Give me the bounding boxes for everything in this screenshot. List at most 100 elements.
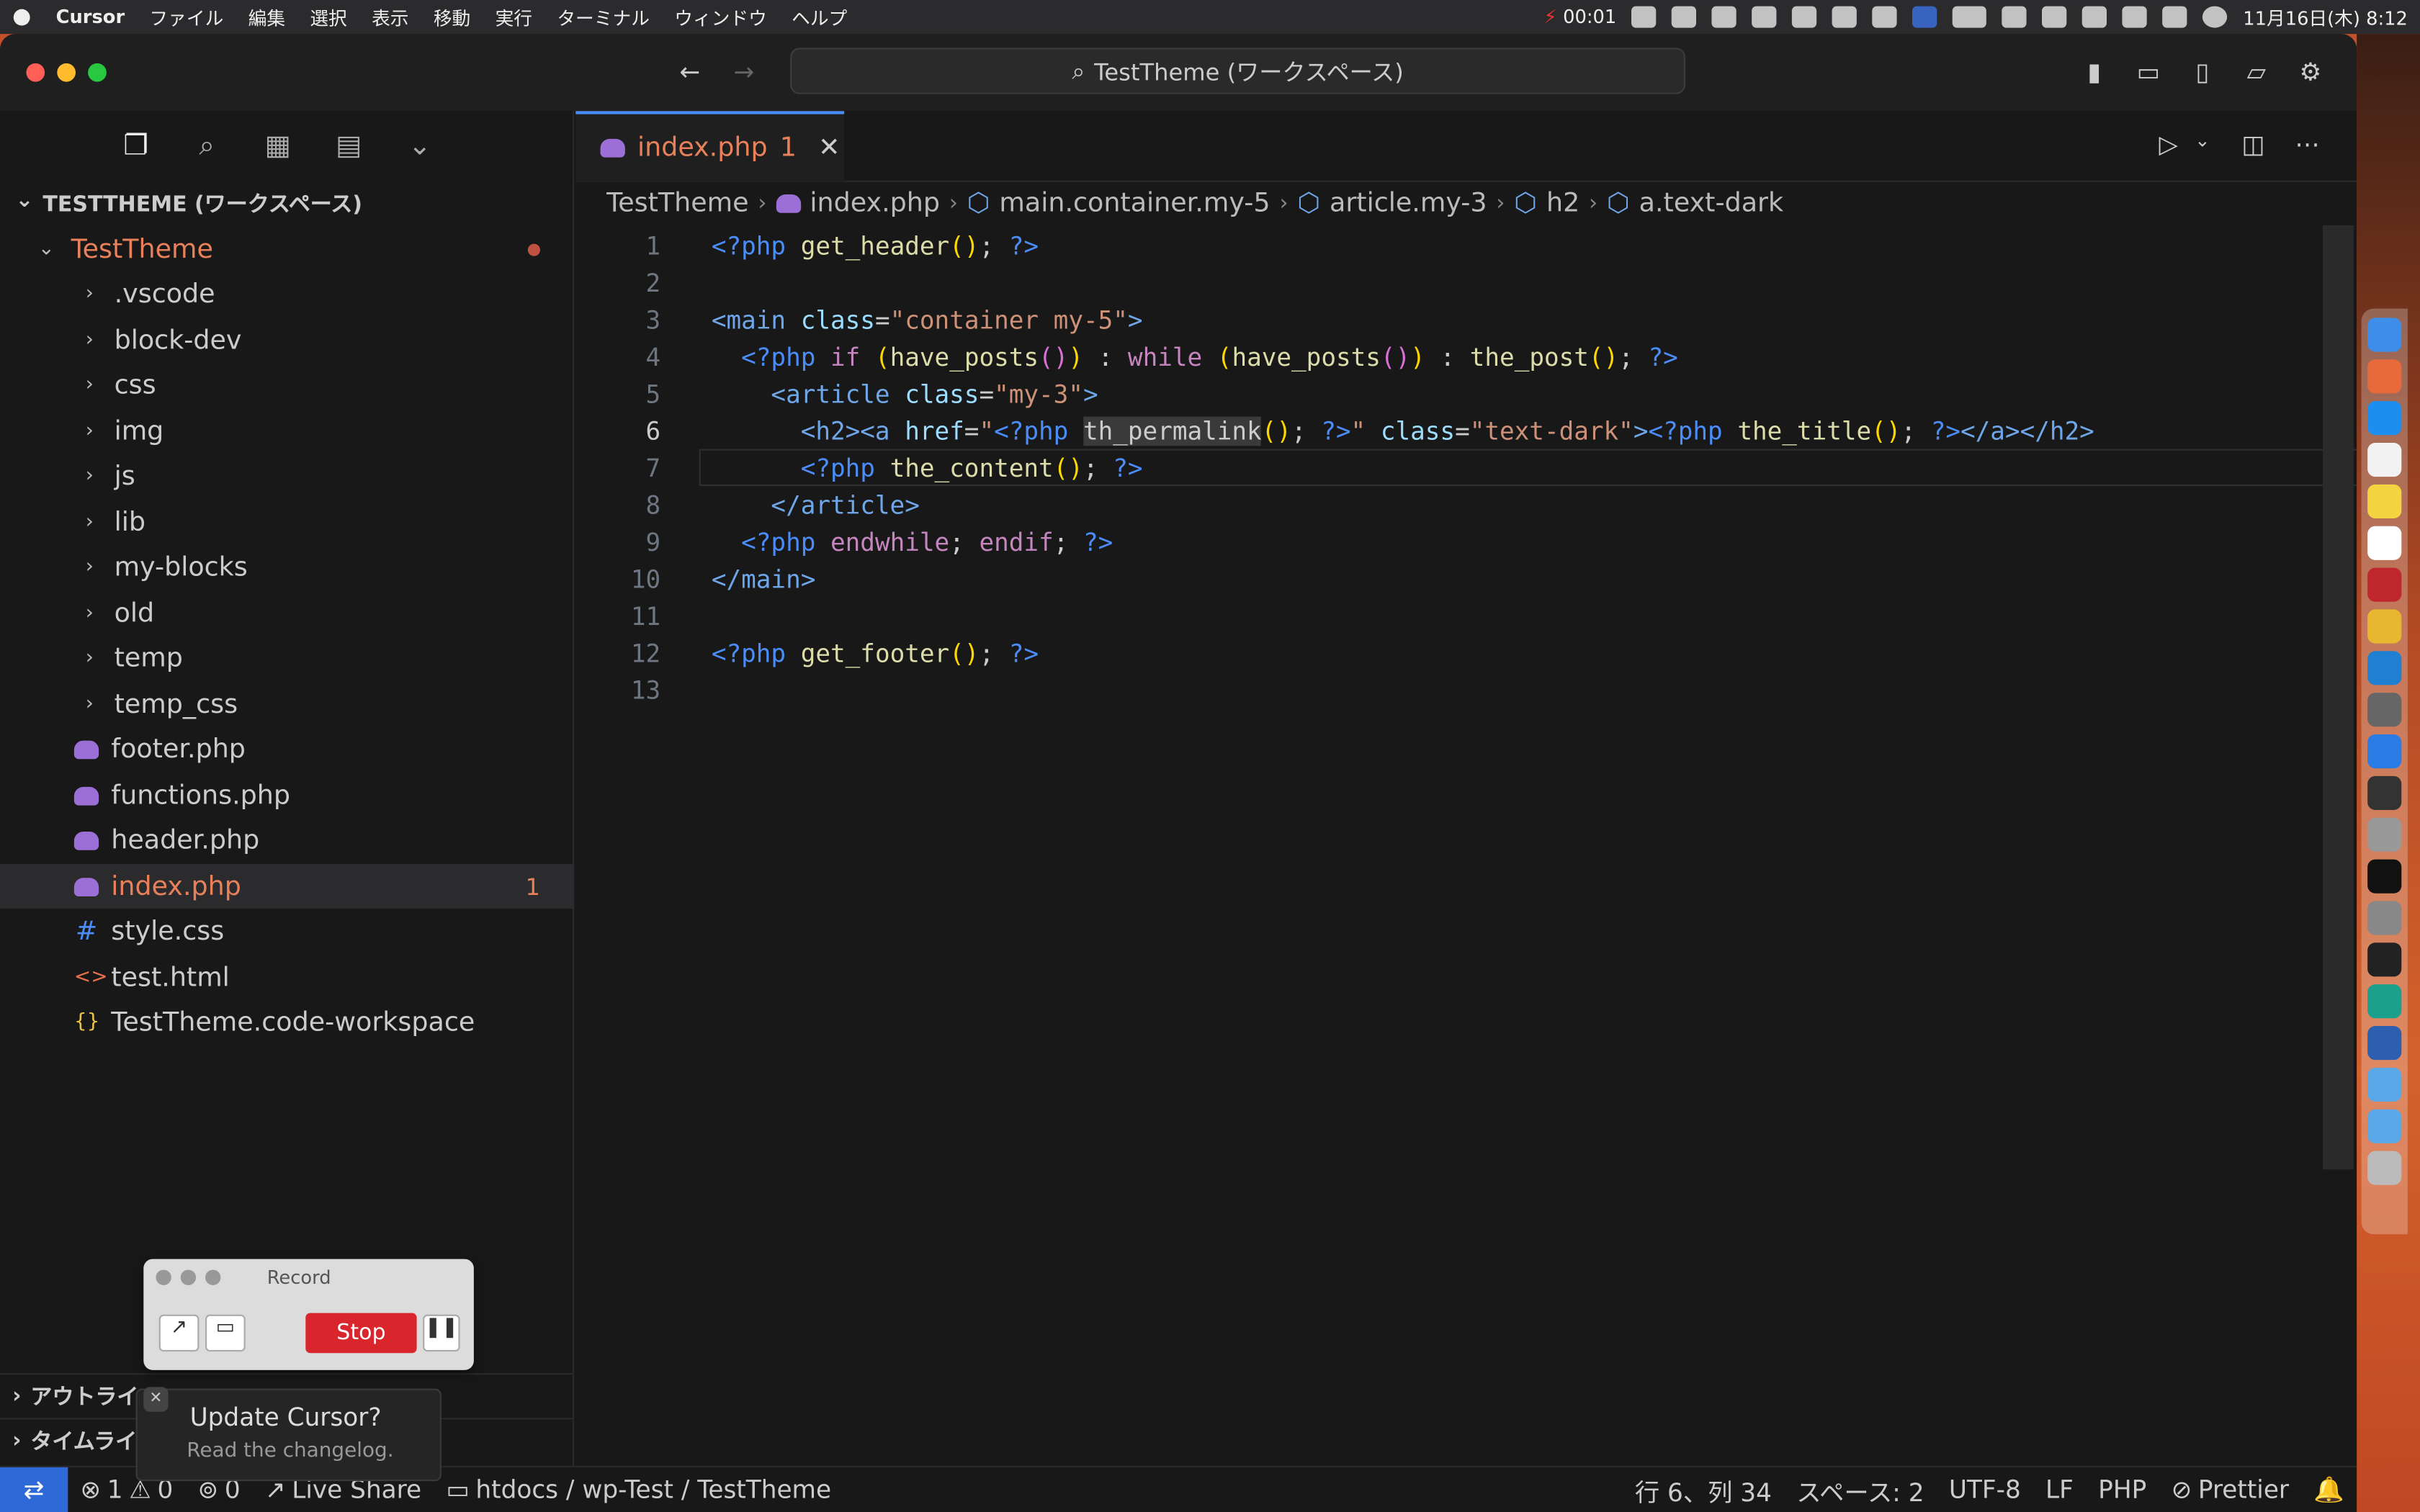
close-icon[interactable]: ✕ bbox=[143, 1387, 169, 1412]
tree-file[interactable]: # style.css bbox=[0, 909, 574, 953]
explorer-icon[interactable]: ❐ bbox=[117, 128, 154, 165]
tree-file[interactable]: <> test.html bbox=[0, 955, 574, 999]
search-icon[interactable] bbox=[2123, 6, 2148, 28]
indentation[interactable]: スペース: 2 bbox=[1784, 1471, 1937, 1508]
forward-arrow-icon[interactable]: → bbox=[728, 57, 759, 86]
breadcrumb-item[interactable]: TestTheme bbox=[606, 188, 748, 219]
toggle-primary-sidebar-icon[interactable]: ▮ bbox=[2079, 57, 2110, 86]
close-window-button[interactable] bbox=[156, 1269, 171, 1285]
line-ending[interactable]: LF bbox=[2033, 1475, 2086, 1505]
close-icon[interactable]: ✕ bbox=[818, 132, 841, 163]
command-center[interactable]: ⌕ TestTheme (ワークスペース) bbox=[790, 48, 1685, 94]
clipboard-icon[interactable] bbox=[1752, 6, 1778, 28]
network-icon[interactable] bbox=[2002, 6, 2027, 28]
siri-icon[interactable] bbox=[2202, 6, 2228, 28]
notification-title[interactable]: Update Cursor? bbox=[190, 1403, 382, 1432]
breadcrumb-item[interactable]: a.text-dark bbox=[1639, 188, 1783, 219]
breadcrumb-item[interactable]: article.my-3 bbox=[1330, 188, 1487, 219]
reminders-icon[interactable] bbox=[2367, 443, 2402, 477]
back-arrow-icon[interactable]: ← bbox=[674, 57, 705, 86]
more-actions-icon[interactable]: ⋯ bbox=[2292, 130, 2323, 159]
minimize-window-button[interactable] bbox=[180, 1269, 197, 1285]
arrow-tool-icon[interactable]: ↗ bbox=[158, 1314, 200, 1352]
folder-icon[interactable] bbox=[2367, 1109, 2402, 1143]
language-mode[interactable]: PHP bbox=[2086, 1475, 2159, 1505]
workspace-header[interactable]: ⌄ TESTTHEME (ワークスペース) bbox=[15, 188, 362, 219]
editor-scrollbar[interactable] bbox=[2323, 225, 2354, 1170]
notion-icon[interactable] bbox=[2367, 526, 2402, 560]
notes-icon[interactable] bbox=[2367, 484, 2402, 518]
trash-icon[interactable] bbox=[2367, 1151, 2402, 1185]
notification-subtitle[interactable]: Read the changelog. bbox=[187, 1439, 393, 1462]
tree-folder-root[interactable]: ⌄ TestTheme bbox=[0, 227, 574, 271]
database-icon[interactable] bbox=[2367, 817, 2402, 852]
tree-file[interactable]: header.php bbox=[0, 818, 574, 863]
finder-icon[interactable] bbox=[2367, 318, 2402, 352]
tab-index-php[interactable]: index.php 1 ✕ bbox=[575, 111, 845, 182]
tree-file[interactable]: {} TestTheme.code-workspace bbox=[0, 1000, 574, 1045]
tree-folder[interactable]: › js bbox=[0, 454, 574, 498]
tree-folder[interactable]: › old bbox=[0, 591, 574, 636]
menubar-status-icon[interactable] bbox=[1712, 6, 1737, 28]
close-window-button[interactable] bbox=[26, 63, 45, 82]
play-icon[interactable] bbox=[1872, 6, 1898, 28]
app-store-icon[interactable] bbox=[2367, 401, 2402, 436]
prettier-status[interactable]: ⊘ Prettier bbox=[2159, 1475, 2301, 1505]
menu-run[interactable]: 実行 bbox=[483, 4, 544, 30]
tree-folder[interactable]: › my-blocks bbox=[0, 544, 574, 589]
menu-app-name[interactable]: Cursor bbox=[43, 6, 137, 28]
minimize-window-button[interactable] bbox=[57, 63, 76, 82]
menubar-status-icon[interactable] bbox=[1631, 6, 1657, 28]
breadcrumb-item[interactable]: index.php bbox=[810, 188, 940, 219]
app-icon[interactable] bbox=[2367, 775, 2402, 810]
split-editor-icon[interactable]: ◫ bbox=[2238, 130, 2269, 159]
menubar-clock[interactable]: 11月16日(木) 8:12 bbox=[2243, 4, 2408, 30]
folder-icon[interactable] bbox=[2367, 1067, 2402, 1102]
chat-icon[interactable]: ▱ bbox=[2241, 57, 2272, 86]
menu-window[interactable]: ウィンドウ bbox=[662, 4, 779, 30]
filezilla-icon[interactable] bbox=[2367, 567, 2402, 602]
tree-folder[interactable]: › temp_css bbox=[0, 682, 574, 726]
menu-file[interactable]: ファイル bbox=[137, 4, 236, 30]
launchpad-icon[interactable] bbox=[2367, 359, 2402, 394]
menu-go[interactable]: 移動 bbox=[421, 4, 483, 30]
menu-view[interactable]: 表示 bbox=[359, 4, 421, 30]
run-icon[interactable]: ▷ bbox=[2153, 130, 2184, 159]
tree-folder[interactable]: › css bbox=[0, 363, 574, 408]
settings-icon[interactable] bbox=[2367, 901, 2402, 935]
code-editor[interactable]: 1 2 3 4 5 6 7 8 9 10 11 12 13 <?php get_… bbox=[575, 225, 2357, 1466]
tree-file[interactable]: functions.php bbox=[0, 773, 574, 818]
battery-icon[interactable] bbox=[1953, 6, 1987, 28]
toggle-secondary-sidebar-icon[interactable]: ▯ bbox=[2187, 57, 2218, 86]
workspace-path[interactable]: ▭ htdocs / wp-Test / TestTheme bbox=[434, 1475, 843, 1505]
tree-folder[interactable]: › .vscode bbox=[0, 271, 574, 316]
menubar-status-icon[interactable] bbox=[1672, 6, 1697, 28]
cursor-position[interactable]: 行 6、列 34 bbox=[1623, 1471, 1784, 1508]
chrome-icon[interactable] bbox=[2367, 609, 2402, 644]
stop-recording-button[interactable]: Stop bbox=[305, 1313, 417, 1354]
folder-icon[interactable]: ▤ bbox=[331, 128, 367, 165]
pause-icon[interactable]: ❚❚ bbox=[423, 1314, 460, 1352]
menu-edit[interactable]: 編集 bbox=[236, 4, 297, 30]
terminal-icon[interactable] bbox=[2367, 859, 2402, 894]
zoom-window-button[interactable] bbox=[88, 63, 107, 82]
edge-icon[interactable] bbox=[2367, 984, 2402, 1019]
maps-icon[interactable] bbox=[2367, 734, 2402, 769]
menu-help[interactable]: ヘルプ bbox=[779, 4, 859, 30]
activity-monitor-icon[interactable] bbox=[2367, 942, 2402, 977]
chevron-down-icon[interactable]: ⌄ bbox=[401, 128, 438, 165]
app-icon[interactable] bbox=[2367, 1026, 2402, 1061]
tree-folder[interactable]: › temp bbox=[0, 636, 574, 680]
chevron-down-icon[interactable]: ⌄ bbox=[2187, 130, 2218, 158]
extensions-icon[interactable]: ▦ bbox=[259, 128, 296, 165]
vscode-icon[interactable] bbox=[2367, 651, 2402, 685]
tree-file[interactable]: footer.php bbox=[0, 726, 574, 771]
zoom-window-button[interactable] bbox=[205, 1269, 221, 1285]
app-icon[interactable] bbox=[2367, 693, 2402, 727]
tree-folder[interactable]: › lib bbox=[0, 500, 574, 544]
wifi-icon[interactable] bbox=[2082, 6, 2107, 28]
breadcrumb-item[interactable]: main.container.my-5 bbox=[999, 188, 1270, 219]
gear-icon[interactable]: ⚙ bbox=[2295, 57, 2326, 86]
record-timer[interactable]: ⚡ 00:01 bbox=[1543, 6, 1616, 28]
apple-icon[interactable]: ● bbox=[0, 4, 43, 29]
